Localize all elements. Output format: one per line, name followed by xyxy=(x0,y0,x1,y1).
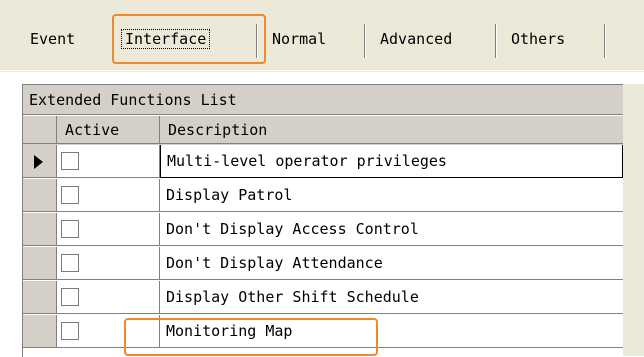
active-cell xyxy=(57,281,160,314)
extended-functions-grid: Extended Functions List Active Descripti… xyxy=(22,84,623,357)
table-row[interactable]: Display Other Shift Schedule xyxy=(23,281,623,315)
panel-background xyxy=(622,84,644,356)
current-row-arrow-icon xyxy=(34,155,43,169)
row-indicator[interactable] xyxy=(23,213,57,246)
active-cell xyxy=(57,213,160,246)
tab-normal[interactable]: Normal xyxy=(272,27,326,51)
tab-separator xyxy=(495,24,497,58)
active-checkbox[interactable] xyxy=(61,152,79,170)
row-indicator[interactable] xyxy=(23,247,57,280)
grid-header: Active Description xyxy=(23,116,623,145)
column-header-description[interactable]: Description xyxy=(160,116,623,144)
table-row[interactable]: Don't Display Attendance xyxy=(23,247,623,281)
row-indicator[interactable] xyxy=(23,281,57,314)
tab-separator xyxy=(364,24,366,58)
table-row[interactable]: Multi-level operator privileges xyxy=(23,145,623,179)
tab-interface[interactable]: Interface xyxy=(121,27,211,51)
tab-others[interactable]: Others xyxy=(511,27,565,51)
active-cell xyxy=(57,179,160,212)
table-row[interactable]: Monitoring Map xyxy=(23,315,623,349)
tab-separator xyxy=(256,24,258,58)
row-indicator-header xyxy=(23,116,57,144)
row-indicator[interactable] xyxy=(23,145,57,178)
description-cell[interactable]: Monitoring Map xyxy=(160,315,623,348)
row-indicator[interactable] xyxy=(23,315,57,348)
description-cell[interactable]: Display Other Shift Schedule xyxy=(160,281,623,314)
tab-strip: Event Interface Normal Advanced Others xyxy=(0,0,644,72)
active-checkbox[interactable] xyxy=(61,254,79,272)
active-cell xyxy=(57,145,160,178)
description-cell[interactable]: Don't Display Attendance xyxy=(160,247,623,280)
tab-separator xyxy=(604,24,606,58)
active-checkbox[interactable] xyxy=(61,322,79,340)
table-row[interactable]: Display Patrol xyxy=(23,179,623,213)
active-checkbox[interactable] xyxy=(61,186,79,204)
active-cell xyxy=(57,315,160,348)
table-row[interactable]: Don't Display Access Control xyxy=(23,213,623,247)
description-cell[interactable]: Multi-level operator privileges xyxy=(160,145,623,178)
description-cell[interactable]: Don't Display Access Control xyxy=(160,213,623,246)
column-header-active[interactable]: Active xyxy=(57,116,160,144)
description-cell[interactable]: Display Patrol xyxy=(160,179,623,212)
active-checkbox[interactable] xyxy=(61,288,79,306)
grid-caption: Extended Functions List xyxy=(23,85,623,115)
active-cell xyxy=(57,247,160,280)
row-indicator[interactable] xyxy=(23,179,57,212)
tab-interface-label: Interface xyxy=(121,29,211,49)
tab-advanced[interactable]: Advanced xyxy=(380,27,452,51)
tab-strip-divider xyxy=(0,70,644,71)
active-checkbox[interactable] xyxy=(61,220,79,238)
tab-event[interactable]: Event xyxy=(30,27,75,51)
